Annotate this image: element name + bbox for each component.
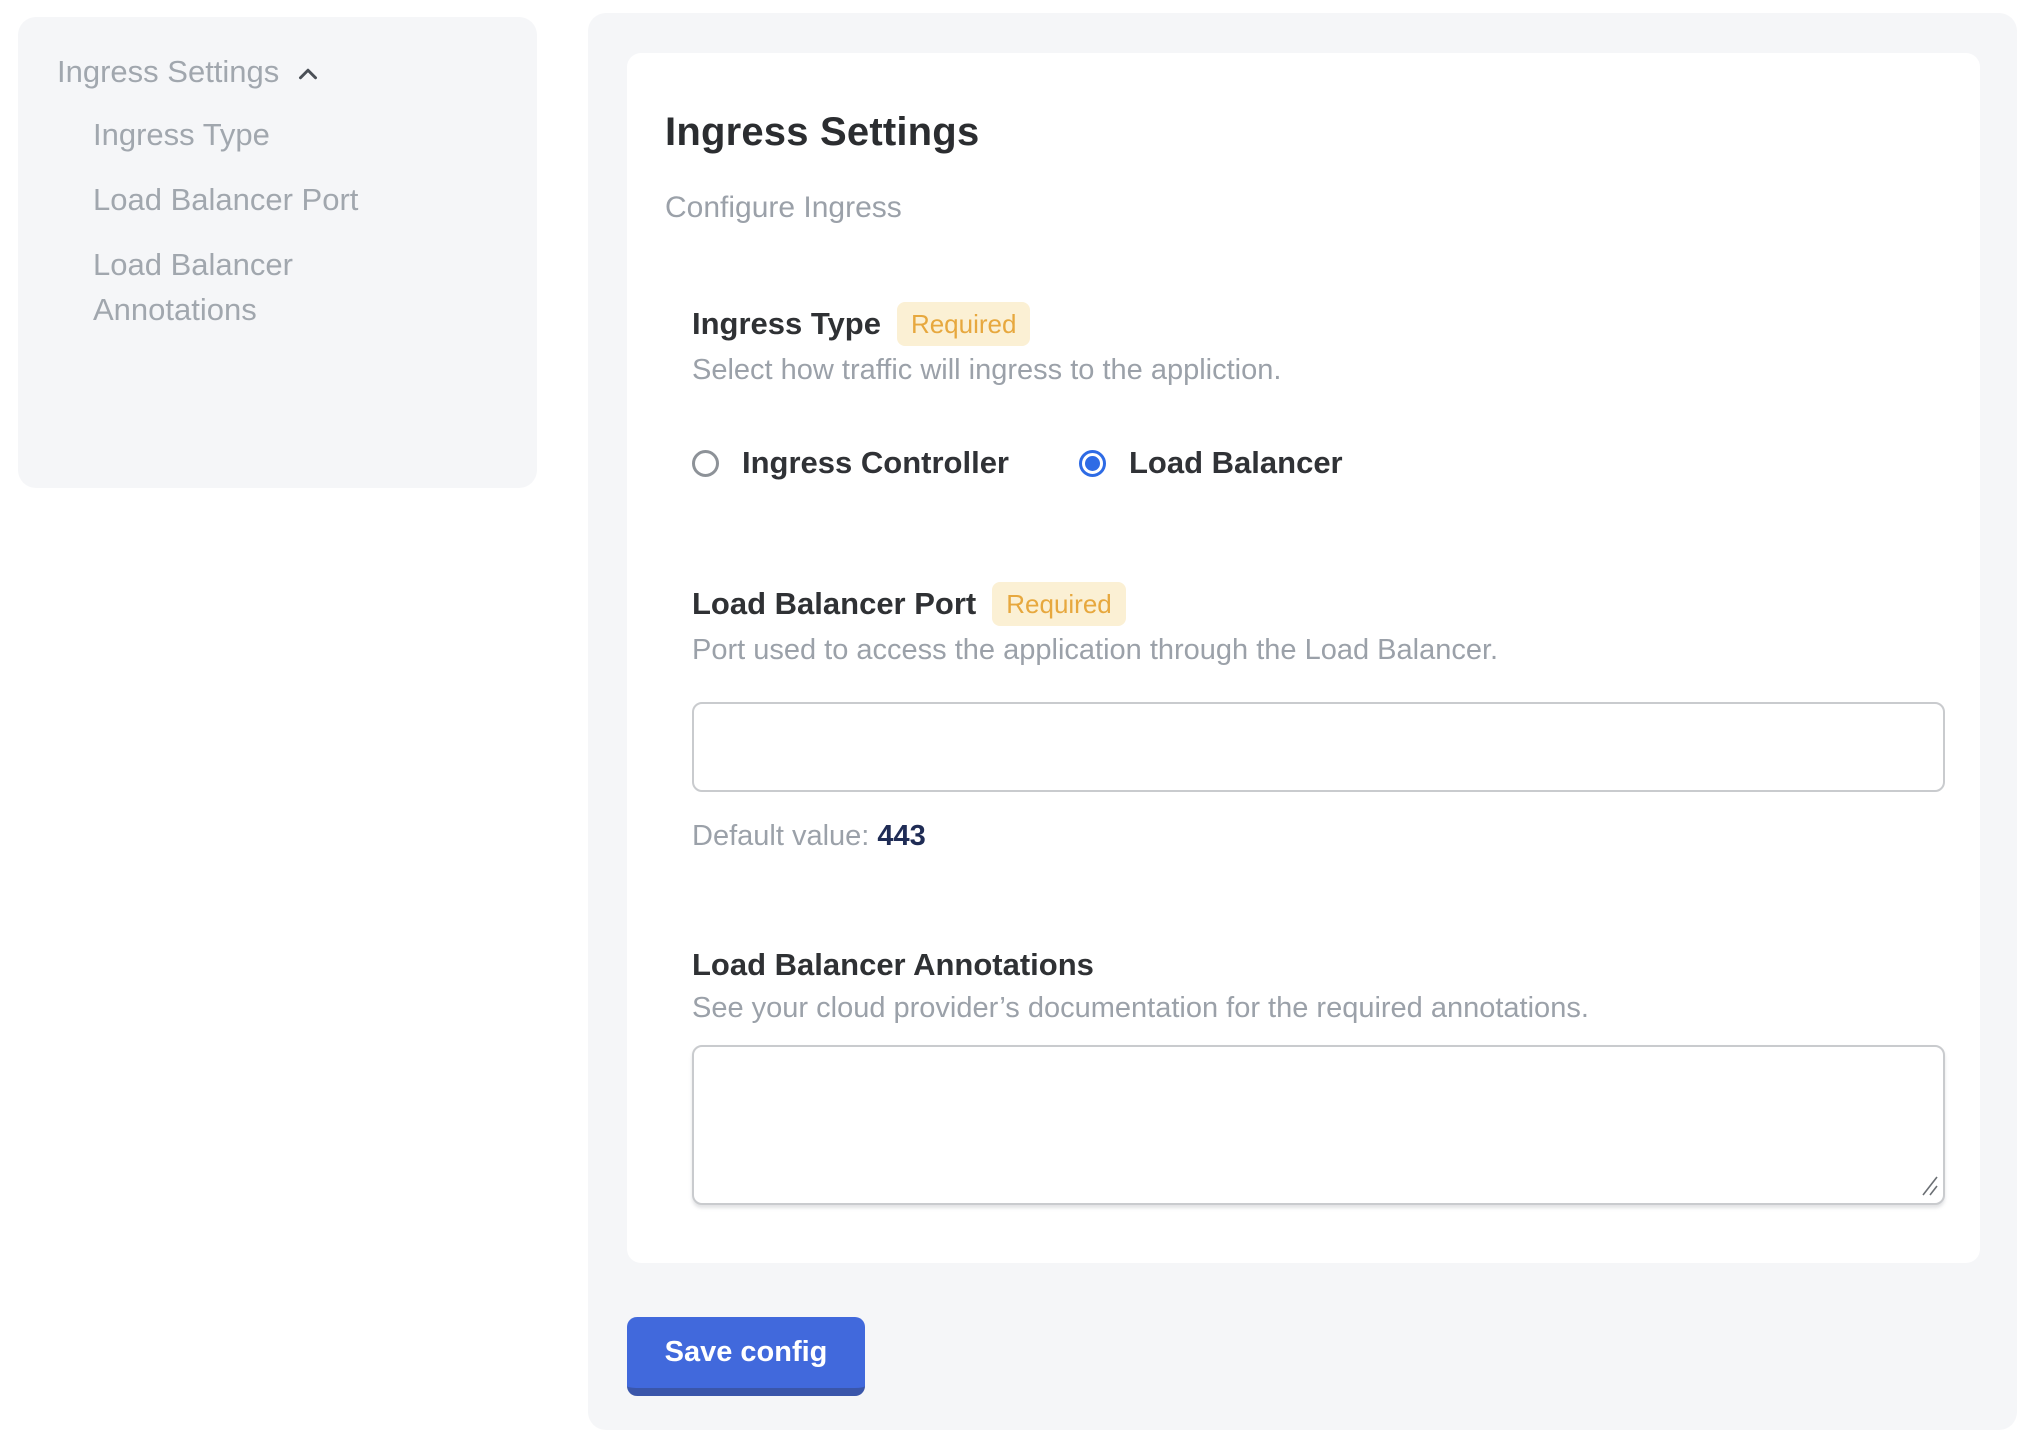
default-value-row: Default value:443 (692, 818, 1942, 854)
page: Ingress Settings Ingress Type Load Balan… (0, 0, 2036, 1452)
radio-selected-icon[interactable] (1079, 450, 1106, 477)
default-value-label: Default value: (692, 820, 869, 852)
default-value: 443 (877, 820, 925, 852)
chevron-up-icon (293, 59, 323, 89)
section-ingress-type: Ingress Type Required Select how traffic… (692, 302, 1942, 482)
sidebar-group-ingress-settings[interactable]: Ingress Settings (57, 52, 507, 92)
sidebar-item-load-balancer-port[interactable]: Load Balancer Port (93, 177, 423, 222)
sidebar-group-label: Ingress Settings (57, 52, 279, 92)
section-load-balancer-port: Load Balancer Port Required Port used to… (692, 582, 1942, 854)
radio-label-ingress-controller[interactable]: Ingress Controller (742, 444, 1009, 482)
sidebar-item-load-balancer-annotations[interactable]: Load Balancer Annotations (93, 242, 423, 332)
sidebar-items: Ingress Type Load Balancer Port Load Bal… (57, 112, 507, 332)
save-config-button[interactable]: Save config (627, 1317, 865, 1396)
load-balancer-port-input[interactable] (692, 702, 1945, 792)
ingress-settings-card: Ingress Settings Configure Ingress Ingre… (627, 53, 1980, 1263)
ingress-settings-panel: Ingress Settings Configure Ingress Ingre… (588, 13, 2017, 1430)
radio-unselected-icon[interactable] (692, 450, 719, 477)
page-title: Ingress Settings (665, 108, 1942, 156)
radio-option-load-balancer[interactable]: Load Balancer (1079, 444, 1343, 482)
radio-option-ingress-controller[interactable]: Ingress Controller (692, 444, 1009, 482)
section-heading-load-balancer-port: Load Balancer Port (692, 585, 976, 623)
ingress-type-radio-group: Ingress Controller Load Balancer (692, 444, 1942, 482)
section-load-balancer-annotations: Load Balancer Annotations See your cloud… (692, 946, 1942, 1205)
page-subtitle: Configure Ingress (665, 190, 1942, 226)
annotations-textarea-wrap (692, 1045, 1945, 1205)
form-sections: Ingress Type Required Select how traffic… (692, 302, 1942, 1205)
section-heading-load-balancer-annotations: Load Balancer Annotations (692, 946, 1094, 984)
settings-nav-sidebar: Ingress Settings Ingress Type Load Balan… (18, 17, 537, 488)
section-description-load-balancer-port: Port used to access the application thro… (692, 632, 1942, 668)
required-badge: Required (897, 302, 1031, 346)
load-balancer-annotations-textarea[interactable] (692, 1045, 1945, 1205)
sidebar-item-ingress-type[interactable]: Ingress Type (93, 112, 423, 157)
section-description-load-balancer-annotations: See your cloud provider’s documentation … (692, 990, 1942, 1026)
section-heading-ingress-type: Ingress Type (692, 305, 881, 343)
radio-label-load-balancer[interactable]: Load Balancer (1129, 444, 1343, 482)
section-description-ingress-type: Select how traffic will ingress to the a… (692, 352, 1942, 388)
required-badge: Required (992, 582, 1126, 626)
